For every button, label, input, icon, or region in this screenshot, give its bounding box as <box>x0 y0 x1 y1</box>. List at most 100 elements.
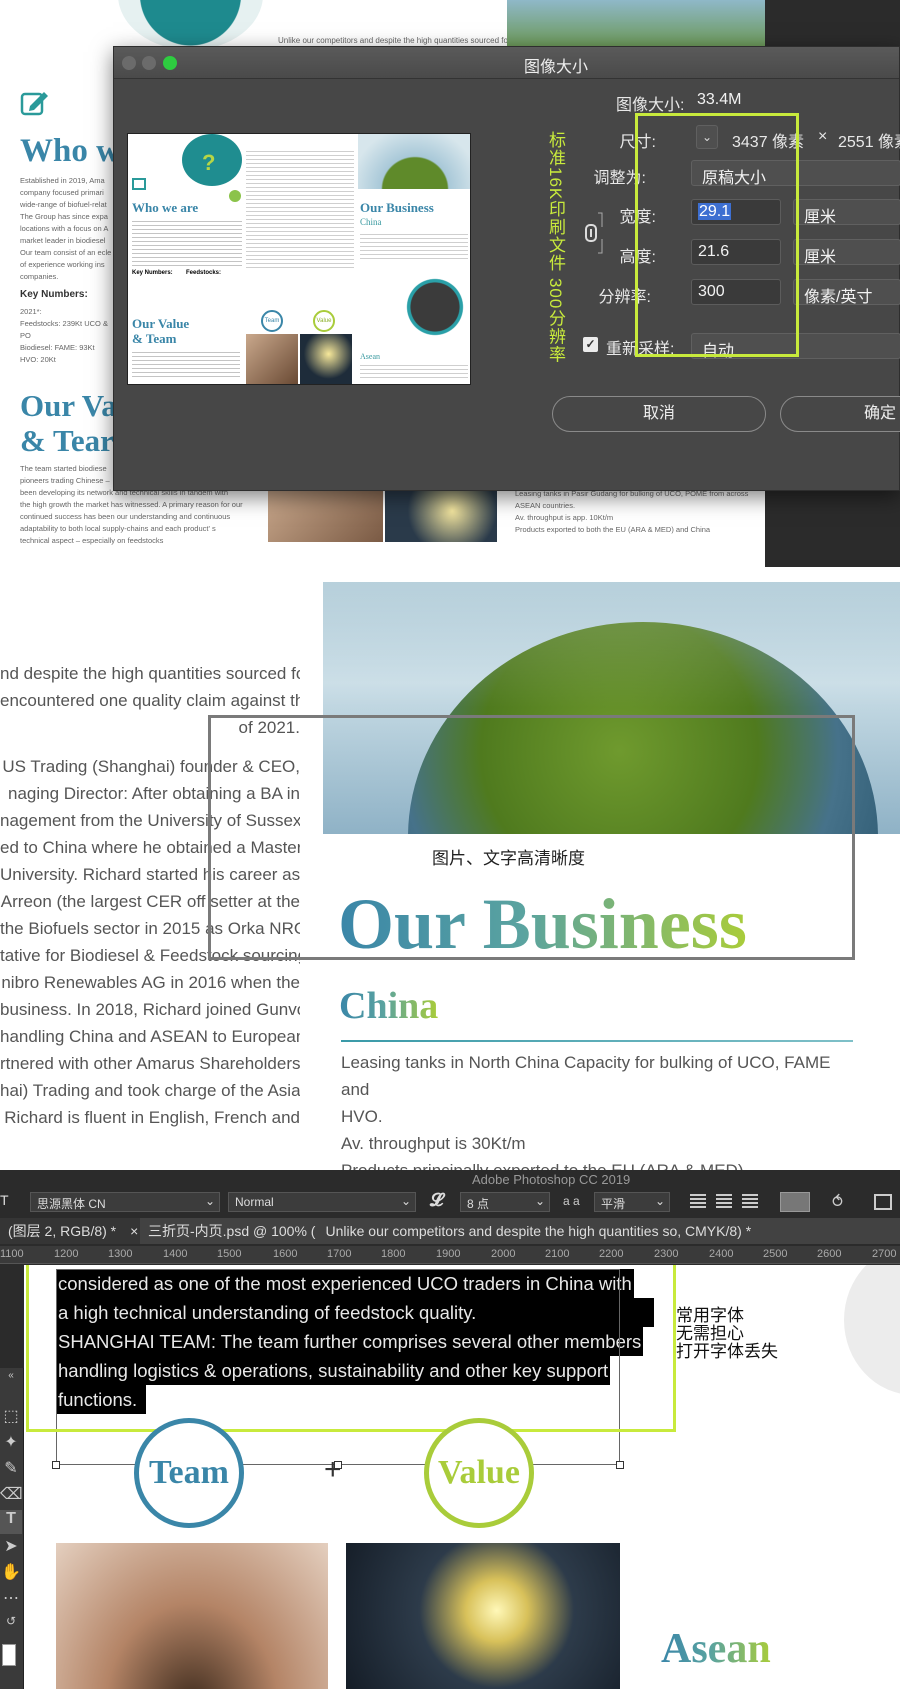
warp-text-icon[interactable]: ⥀ <box>832 1192 843 1212</box>
clarity-annotation: 图片、文字高清晰度 <box>432 849 585 868</box>
preview-text-block-2 <box>132 349 240 379</box>
height-unit-select[interactable]: 厘米 <box>793 239 900 266</box>
collapse-icon[interactable]: « <box>0 1370 22 1394</box>
resolution-unit-select[interactable]: 像素/英寸 <box>793 279 900 306</box>
dimensions-height: 2551 像素 <box>838 134 900 151</box>
china-subheading: China <box>339 985 439 1027</box>
asean-heading: Asean <box>661 1626 771 1672</box>
intro-text: Established in 2019, Ama company focused… <box>20 176 112 281</box>
right-text: Leasing tanks in Pasir Gudang for bulkin… <box>515 489 749 534</box>
preview-text-block <box>132 218 242 268</box>
antialias-select[interactable]: 平滑 ⌄ <box>594 1192 670 1212</box>
character-panel-icon[interactable] <box>874 1194 892 1210</box>
heading-who: Who w <box>20 133 120 169</box>
transform-handle[interactable] <box>52 1461 60 1469</box>
photo-lightbulb <box>346 1543 620 1689</box>
cancel-button[interactable]: 取消 <box>552 396 766 432</box>
close-window-button[interactable] <box>122 56 136 70</box>
more-tools-icon[interactable]: ⋯ <box>0 1588 22 1612</box>
dimensions-x: × <box>818 128 828 145</box>
bg-photo-bulb <box>385 490 497 542</box>
foreground-color-swatch[interactable] <box>2 1644 16 1666</box>
panel-image-size-dialog: Unlike our competitors and despite the h… <box>0 0 900 567</box>
preview-question-mark: ? <box>202 150 216 175</box>
chevron-down-icon: ⌄ <box>654 1194 665 1208</box>
china-body: Leasing tanks in North China Capacity fo… <box>341 1053 831 1170</box>
value-badge: Value <box>424 1418 534 1528</box>
team-badge: Team <box>134 1418 244 1528</box>
preview-gears-circle <box>404 276 466 338</box>
font-size-icon: 𝓛 <box>430 1190 444 1210</box>
hand-tool-icon[interactable]: ✋ <box>0 1562 22 1586</box>
photo-hands-seedling <box>56 1543 328 1689</box>
ok-button[interactable]: 确定 <box>780 396 900 432</box>
brush-tool-icon[interactable]: ✎ <box>0 1458 22 1482</box>
chevron-down-icon: ⌄ <box>534 1194 545 1208</box>
key-numbers-list: 2021*: Feedstocks: 239Kt UCO & PO Biodie… <box>20 307 108 364</box>
panel-clarity-zoom: nd despite the high quantities sourced f… <box>0 567 900 1170</box>
document-canvas[interactable]: considered as one of the most experience… <box>24 1265 900 1689</box>
preview-china: China <box>360 217 382 227</box>
horizontal-ruler: 1100 1200 1300 1400 1500 1600 1700 1800 … <box>0 1246 900 1264</box>
preview-thumbnail: ? Who we are Key Numbers: Feedstocks: Ou… <box>127 133 471 385</box>
dialog-titlebar: 图像大小 <box>114 47 899 79</box>
transform-handle[interactable] <box>616 1461 624 1469</box>
bg-arc-graphic <box>844 1265 900 1395</box>
align-center-icon[interactable] <box>716 1194 732 1208</box>
preview-business: Our Business <box>360 200 434 215</box>
image-size-label: 图像大小: <box>616 97 685 114</box>
resample-checkbox[interactable]: ✓ <box>583 337 598 352</box>
tab-trifold[interactable]: 三折页-内页.psd @ 100% (Unlike our competitor… <box>140 1218 900 1244</box>
preview-team-badge: Team <box>261 310 283 332</box>
chevron-down-icon: ⌄ <box>400 1194 411 1208</box>
preview-photo-bulb <box>300 334 352 384</box>
preview-team: & Team <box>132 331 177 346</box>
text-color-swatch[interactable] <box>780 1192 810 1212</box>
panel-photoshop: Adobe Photoshop CC 2019 T 思源黑体 CN ⌄ Norma… <box>0 1170 900 1689</box>
size-highlight-box <box>635 113 799 357</box>
preview-column-text <box>246 148 354 268</box>
type-tool-icon[interactable]: T <box>0 1192 14 1212</box>
preview-globe <box>358 134 470 189</box>
tab-layer-2[interactable]: (图层 2, RGB/8) * × <box>0 1218 147 1244</box>
preview-asean-text <box>360 362 468 380</box>
preview-feedstocks: Feedstocks: <box>186 270 222 276</box>
marquee-tool-icon[interactable]: ⬚ <box>0 1406 22 1430</box>
bg-photo-hands <box>268 490 383 542</box>
font-size-select[interactable]: 8 点 ⌄ <box>460 1192 550 1212</box>
align-right-icon[interactable] <box>742 1194 758 1208</box>
image-size-value: 33.4M <box>697 91 742 108</box>
eraser-tool-icon[interactable]: ⌫ <box>0 1484 23 1508</box>
path-selection-tool-icon[interactable]: ➤ <box>0 1536 22 1560</box>
preview-china-text <box>360 231 468 261</box>
magic-wand-tool-icon[interactable]: ✦ <box>0 1432 22 1456</box>
dialog-title: 图像大小 <box>524 59 589 76</box>
china-rule <box>341 1040 853 1042</box>
font-highlight-box <box>26 1265 676 1432</box>
image-size-dialog: 图像大小 ? Who we are Key Numbers: Feedstock… <box>113 46 900 491</box>
antialias-icon: a a <box>563 1194 580 1208</box>
preview-who: Who we are <box>132 200 199 215</box>
swap-colors-icon[interactable]: ↺ <box>0 1614 22 1638</box>
heading-and-team: & Tear <box>20 423 114 458</box>
width-unit-select[interactable]: 厘米 <box>793 199 900 226</box>
preview-value-badge: Value <box>313 310 335 332</box>
chevron-down-icon: ⌄ <box>204 1194 215 1208</box>
align-left-icon[interactable] <box>690 1194 706 1208</box>
close-icon[interactable]: × <box>130 1223 138 1239</box>
preview-photo-hands <box>246 334 298 384</box>
type-tool-icon[interactable]: T <box>0 1510 22 1534</box>
key-numbers-label: Key Numbers: <box>20 289 88 300</box>
font-style-select[interactable]: Normal ⌄ <box>228 1192 416 1212</box>
font-family-select[interactable]: 思源黑体 CN ⌄ <box>30 1192 220 1212</box>
preview-green-dot <box>229 190 241 202</box>
business-heading: Our Business <box>338 884 747 964</box>
font-annotation: 常用字体 无需担心 打开字体丢失 <box>676 1306 778 1361</box>
bg-circle-graphic <box>118 0 263 50</box>
preview-key-numbers: Key Numbers: <box>132 270 173 276</box>
preview-asean: Asean <box>360 352 380 361</box>
edit-icon <box>20 88 50 116</box>
minimize-window-button[interactable] <box>142 56 156 70</box>
zoom-window-button[interactable] <box>163 56 177 70</box>
resolution-annotation: 标准16K印刷文件 300分辨率 <box>546 131 565 364</box>
